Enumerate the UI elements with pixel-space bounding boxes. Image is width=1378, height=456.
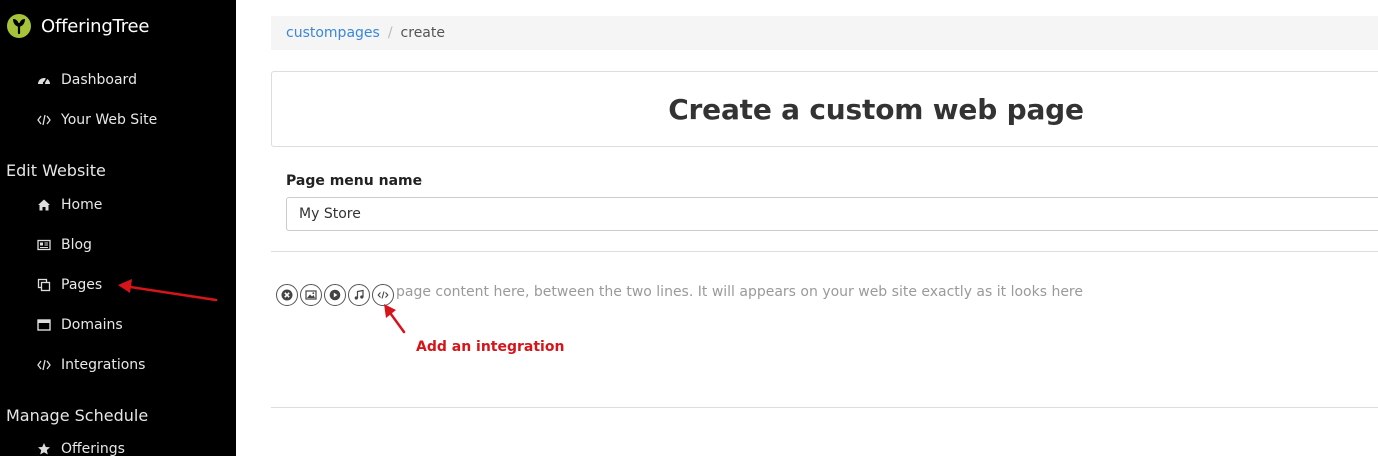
- music-icon: [354, 289, 364, 300]
- sidebar-item-dashboard[interactable]: Dashboard: [36, 69, 137, 91]
- brand-name: OfferingTree: [41, 15, 150, 37]
- page-title: Create a custom web page: [668, 92, 1084, 126]
- image-icon: [305, 290, 317, 300]
- page-menu-name-input[interactable]: [286, 197, 1378, 231]
- sidebar-item-label: Home: [61, 197, 103, 213]
- star-icon: [36, 441, 52, 456]
- section-title-manage-schedule: Manage Schedule: [6, 405, 149, 425]
- editor-bottom-divider: [271, 407, 1378, 408]
- breadcrumb-separator: /: [387, 25, 393, 41]
- window-icon: [36, 317, 52, 333]
- code-icon: [377, 291, 389, 299]
- close-icon: [281, 289, 293, 301]
- editor-video-button[interactable]: [324, 284, 346, 306]
- sidebar-item-offerings[interactable]: Offerings: [36, 438, 125, 456]
- editor-content-area[interactable]: page content here, between the two lines…: [298, 284, 1083, 300]
- page-menu-name-label: Page menu name: [286, 173, 423, 189]
- editor-integration-button[interactable]: [372, 284, 394, 306]
- editor-close-button[interactable]: [276, 284, 298, 306]
- sidebar-item-your-web-site[interactable]: Your Web Site: [36, 109, 157, 131]
- breadcrumb-current: create: [400, 25, 445, 41]
- editor-placeholder-text: page content here, between the two lines…: [396, 284, 1083, 300]
- sidebar-item-label: Blog: [61, 237, 92, 253]
- editor-top-divider: [271, 251, 1378, 252]
- editor-toolbar: [276, 284, 394, 306]
- editor-audio-button[interactable]: [348, 284, 370, 306]
- sidebar-item-label: Your Web Site: [61, 112, 158, 128]
- dashboard-icon: [36, 72, 52, 88]
- offeringtree-logo-icon: [7, 14, 31, 38]
- title-panel: Create a custom web page: [271, 71, 1378, 147]
- newspaper-icon: [36, 237, 52, 253]
- sidebar-item-label: Domains: [61, 317, 123, 333]
- sidebar-item-domains[interactable]: Domains: [36, 314, 123, 336]
- code-icon: [36, 357, 52, 373]
- sidebar-item-label: Dashboard: [61, 72, 137, 88]
- pages-icon: [36, 277, 52, 293]
- sidebar-item-label: Pages: [61, 277, 103, 293]
- sidebar-item-integrations[interactable]: Integrations: [36, 354, 145, 376]
- sidebar-item-blog[interactable]: Blog: [36, 234, 92, 256]
- section-title-edit-website: Edit Website: [6, 160, 106, 180]
- home-icon: [36, 197, 52, 213]
- brand[interactable]: OfferingTree: [6, 12, 149, 40]
- sidebar-item-home[interactable]: Home: [36, 194, 102, 216]
- sidebar-item-pages[interactable]: Pages: [36, 274, 102, 296]
- breadcrumb: custompages / create: [271, 16, 1378, 50]
- sidebar-item-label: Offerings: [61, 441, 125, 456]
- editor-image-button[interactable]: [300, 284, 322, 306]
- code-icon: [36, 112, 52, 128]
- sidebar: OfferingTree Dashboard Your Web Site Edi…: [0, 0, 236, 456]
- annotation-add-integration: Add an integration: [416, 339, 565, 355]
- breadcrumb-link-custompages[interactable]: custompages: [286, 25, 380, 41]
- play-icon: [329, 289, 341, 301]
- sidebar-item-label: Integrations: [61, 357, 146, 373]
